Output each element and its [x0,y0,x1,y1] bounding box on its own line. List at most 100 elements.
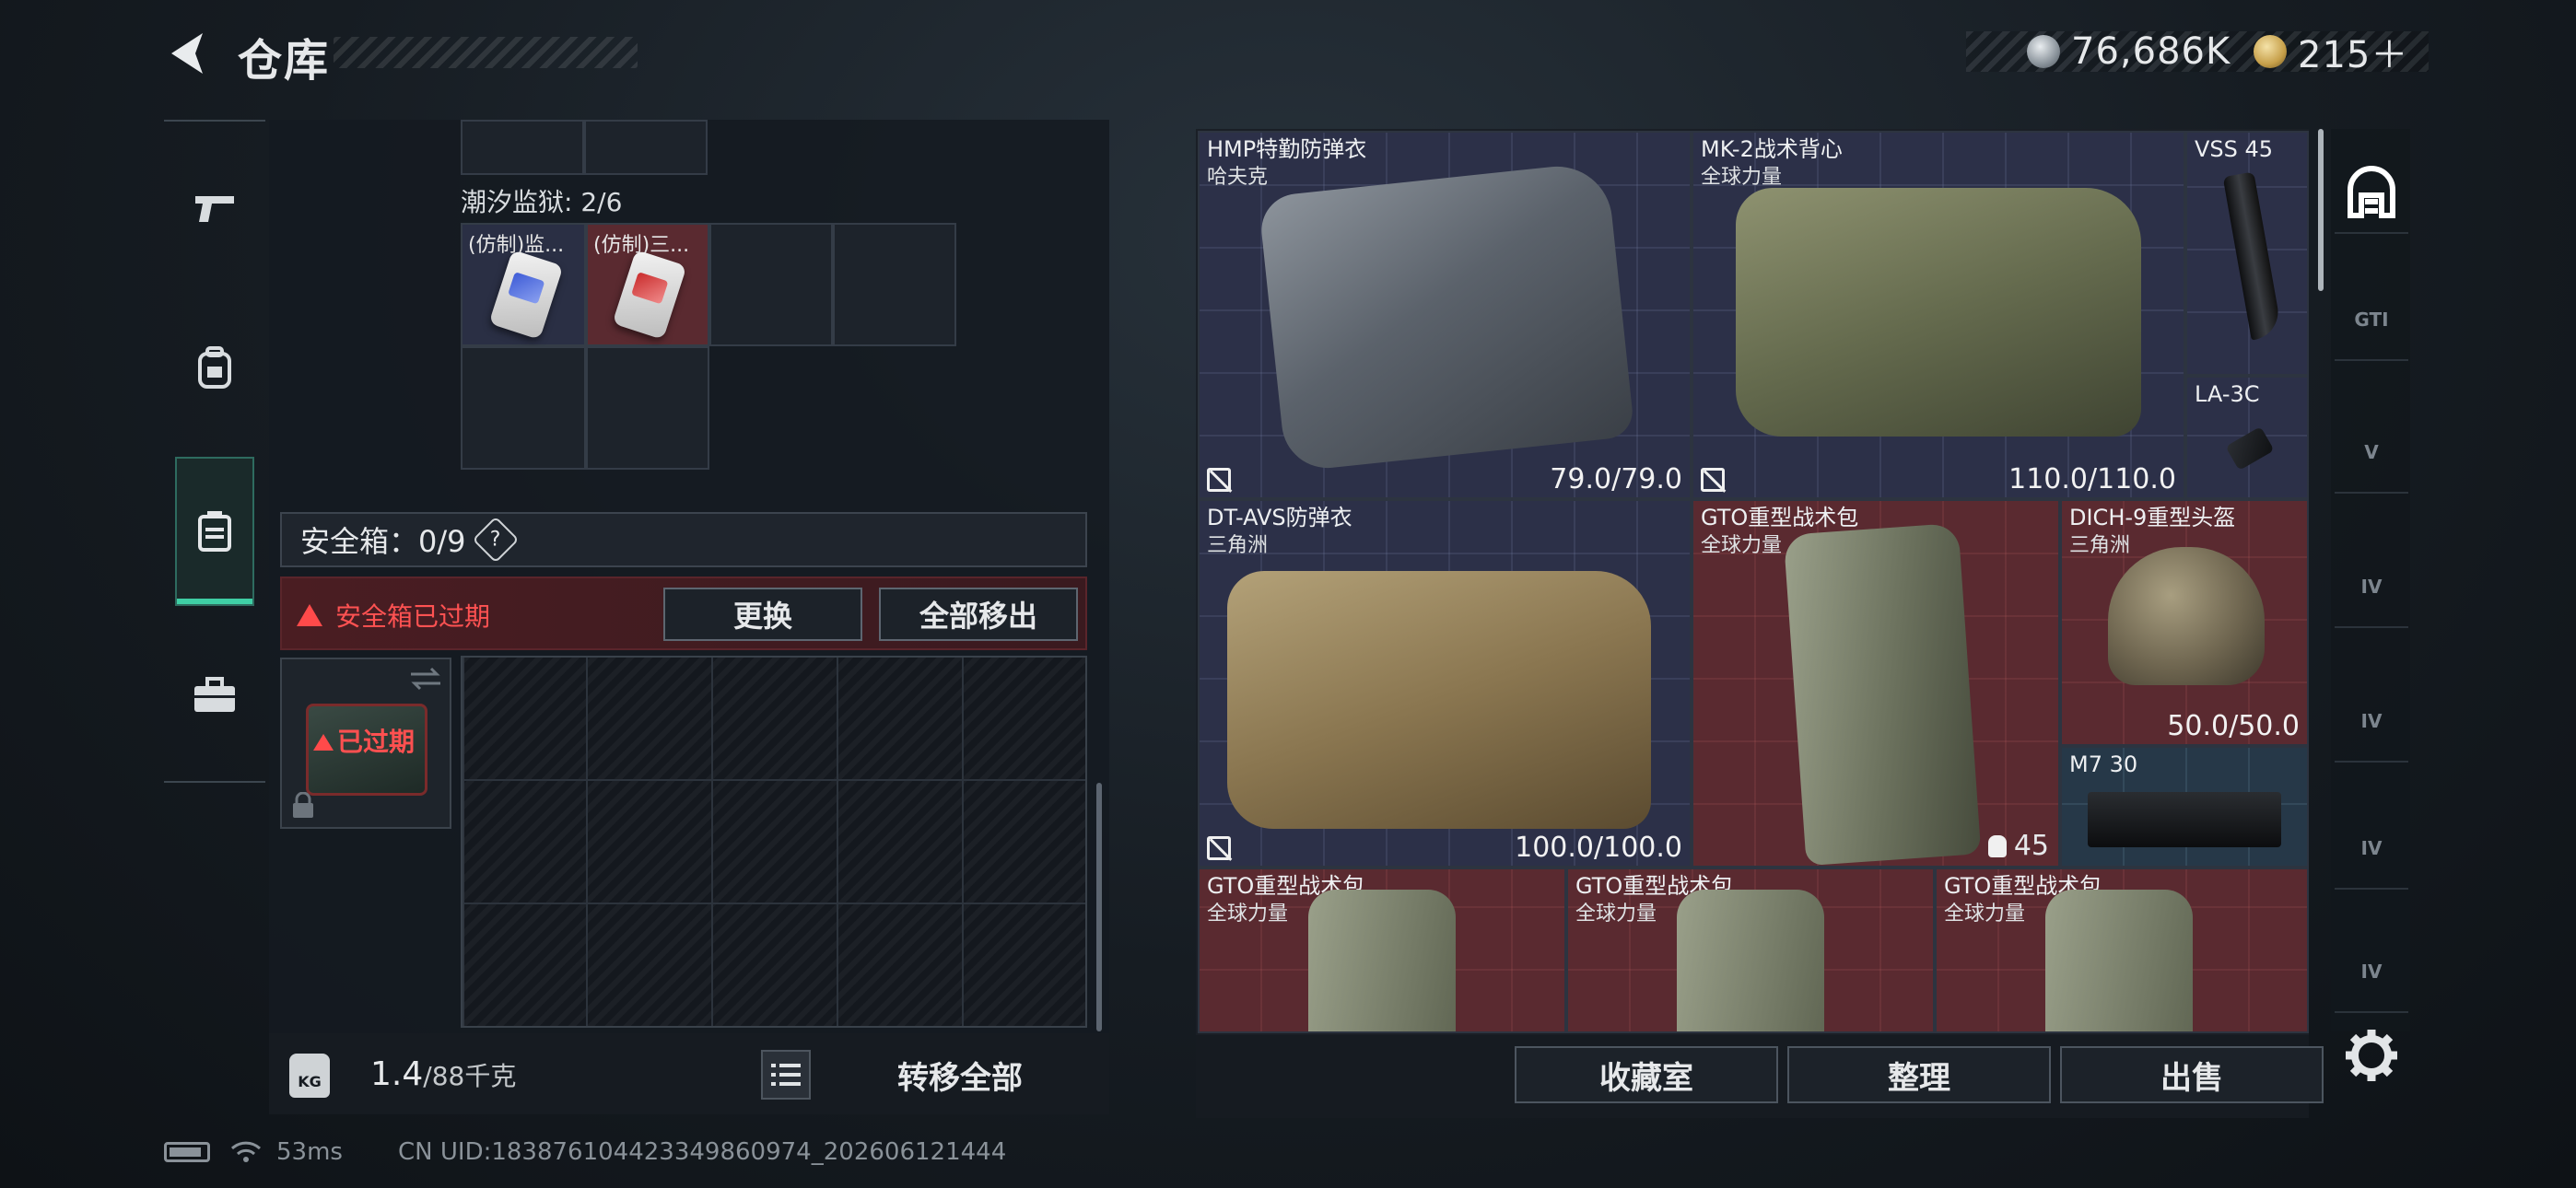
ping-value: 53ms [276,1138,343,1166]
sell-button[interactable]: 出售 [2060,1046,2324,1103]
item-tile[interactable]: DICH-9重型头盔 三角洲 50.0/50.0 [2060,499,2309,746]
gold-amount: 215＋ [2298,34,2409,76]
tab-label: IV [2360,710,2383,732]
tab-iv-3[interactable]: IV [2335,809,2408,890]
tab-iv-2[interactable]: IV [2335,681,2408,763]
item-name: DICH-9重型头盔 [2069,505,2236,530]
item-tile[interactable]: MK-2战术背心 全球力量 110.0/110.0 [1692,131,2185,499]
case-expired-badge: 已过期 [313,722,415,759]
item-faction: 全球力量 [1944,903,2026,926]
item-slot[interactable]: (仿制)监... [461,223,586,346]
empty-slot[interactable] [833,223,956,346]
item-tile[interactable]: GTO重型战术包 全球力量 [1566,868,1935,1033]
backpack-image [1783,522,1982,866]
item-faction: 全球力量 [1575,903,1657,926]
back-button[interactable] [162,28,214,79]
swap-icon[interactable] [407,665,444,693]
side-tab-equipment[interactable] [175,317,254,418]
warning-icon [297,604,322,626]
collection-room-button[interactable]: 收藏室 [1515,1046,1778,1103]
tab-v[interactable]: V [2335,413,2408,494]
empty-slot[interactable] [461,346,586,470]
lock-icon [293,792,313,818]
backpack-image [2045,890,2193,1031]
organize-button[interactable]: 整理 [1787,1046,2051,1103]
item-tile[interactable]: VSS 45 [2185,131,2309,376]
silver-amount: 76,686K [2071,30,2231,73]
warehouse-home-icon [2348,166,2395,218]
status-bar: 53ms [164,1138,343,1166]
empty-slot[interactable] [586,346,709,470]
warning-icon [313,734,334,751]
list-view-button[interactable] [761,1050,811,1100]
expired-notice: 安全箱已过期 [297,597,490,634]
remove-all-button[interactable]: 全部移出 [879,588,1078,641]
tab-home[interactable] [2335,153,2408,234]
item-name: DT-AVS防弹衣 [1207,505,1352,530]
settings-button[interactable] [2338,1022,2405,1089]
item-name: VSS 45 [2195,136,2274,162]
laser-module-image [2225,426,2275,471]
help-icon[interactable]: ? [472,516,519,564]
container-label: 潮汐监狱: 2/6 [461,187,623,217]
item-capacity: 45 [1987,830,2049,862]
item-durability: 50.0/50.0 [2167,710,2300,742]
user-uid: CN UID:18387610442334986097​4_2026061214… [398,1138,1007,1166]
backpack-image [1308,890,1456,1031]
side-tab-weapons[interactable] [175,158,254,260]
safe-box-grid[interactable] [461,656,1087,1028]
safe-box-header: 安全箱：0/9 ? [280,512,1087,567]
empty-slot[interactable] [709,223,833,346]
replace-button[interactable]: 更换 [663,588,862,641]
tab-gti[interactable]: GTI [2335,280,2408,361]
battery-icon [164,1142,210,1162]
magazine-image [2222,171,2283,341]
tab-label: V [2364,441,2379,463]
item-faction: 哈夫克 [1207,166,1269,189]
weight-value: 1.4 [370,1055,424,1093]
item-tile[interactable]: LA-3C [2185,376,2309,499]
item-tile[interactable]: M7 30 [2060,746,2309,868]
item-durability: 110.0/110.0 [2008,463,2176,495]
item-faction: 三角洲 [1207,534,1269,557]
carry-weight: 1.4/88千克 [370,1055,516,1093]
backpack-small-icon [1987,834,2007,857]
gold-coin-icon [2254,35,2287,68]
side-tab-storage[interactable] [175,457,254,606]
item-slot[interactable]: (仿制)三... [586,223,709,346]
tab-iv-1[interactable]: IV [2335,547,2408,628]
silver-coin-icon [2027,35,2060,68]
capacity-value: 45 [2013,830,2049,862]
tab-label: GTI [2354,309,2389,331]
item-durability: 100.0/100.0 [1515,832,1682,864]
tactical-vest-image [1736,188,2141,437]
item-name: LA-3C [2195,381,2260,407]
back-arrow-icon [171,33,203,74]
magazine-image [2088,792,2281,847]
item-name: MK-2战术背心 [1701,136,1843,162]
item-faction: 全球力量 [1207,903,1289,926]
title-decoration [334,37,638,68]
item-tile[interactable]: GTO重型战术包 全球力量 [1935,868,2309,1033]
no-repair-icon [1207,836,1231,860]
armor-vest-image [1258,160,1635,473]
side-tab-toolbox[interactable] [175,645,254,746]
container-slot-top[interactable] [461,120,584,175]
tab-label: IV [2360,837,2383,859]
gold-currency[interactable]: 215＋ [2254,24,2408,79]
armor-vest-image [1227,571,1651,829]
tab-iv-4[interactable]: IV [2335,932,2408,1013]
tab-label: IV [2360,576,2383,598]
silver-currency: 76,686K [2027,24,2231,79]
item-tile[interactable]: GTO重型战术包 全球力量 [1198,868,1566,1033]
no-repair-icon [1207,468,1231,492]
transfer-all-button[interactable]: 转移全部 [831,1050,1089,1100]
container-slot-top-2 [584,120,708,175]
item-tile[interactable]: GTO重型战术包 全球力量 45 [1692,499,2060,868]
helmet-image [2108,547,2265,685]
item-tile[interactable]: DT-AVS防弹衣 三角洲 100.0/100.0 [1198,499,1692,868]
left-scrollbar[interactable] [1096,783,1102,1031]
right-scrollbar[interactable] [2318,129,2324,291]
item-tile[interactable]: HMP特勤防弹衣 哈夫克 79.0/79.0 [1198,131,1692,499]
gear-icon [2346,1030,2397,1081]
